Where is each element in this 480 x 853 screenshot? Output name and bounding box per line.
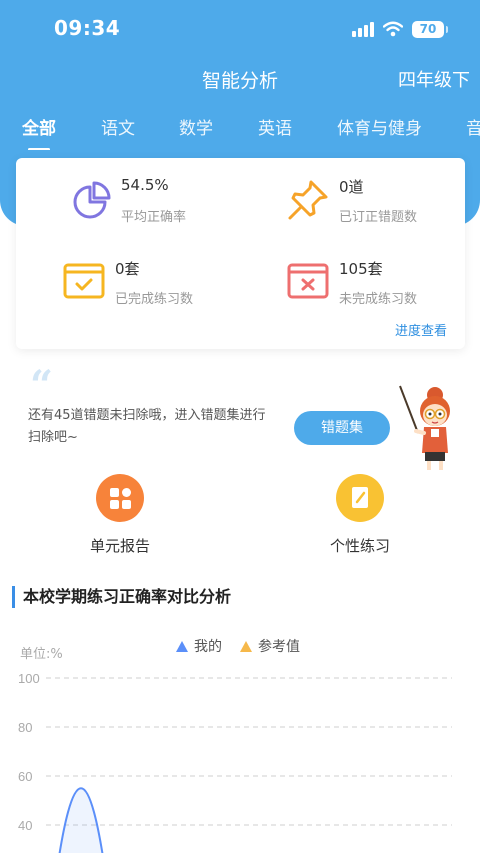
status-time: 09:34 [54, 16, 121, 40]
accuracy-chart: 100 80 60 40 [18, 671, 452, 853]
pie-chart-icon [73, 181, 111, 219]
stats-card: 54.5% 平均正确率 0道 已订正错题数 0套 已完成练习数 105套 未完成… [16, 158, 465, 349]
personal-practice-icon [336, 474, 384, 522]
y-tick-label: 100 [18, 671, 40, 686]
stat-corrected: 0道 已订正错题数 [286, 176, 480, 236]
chart-legend: 我的 参考值 [0, 636, 480, 656]
stat-value: 0道 [339, 178, 364, 196]
legend-triangle-icon [176, 641, 188, 652]
tab-chinese[interactable]: 语文 [101, 114, 135, 139]
y-tick-label: 60 [18, 769, 32, 784]
stat-value: 0套 [115, 260, 140, 278]
stat-label: 未完成练习数 [339, 292, 418, 307]
battery-icon: 70 [412, 20, 448, 38]
personal-practice-label: 个性练习 [329, 537, 390, 555]
stat-label: 已完成练习数 [115, 292, 194, 307]
legend-item-mine: 我的 [176, 636, 222, 656]
legend-item-reference: 参考值 [240, 636, 300, 656]
stat-accuracy: 54.5% 平均正确率 [70, 176, 270, 236]
pushpin-icon [288, 180, 328, 220]
legend-label: 参考值 [258, 639, 300, 655]
teacher-illustration [399, 385, 450, 470]
stat-uncompleted: 105套 未完成练习数 [286, 258, 480, 318]
series-area-mine [58, 787, 104, 853]
signal-icon [352, 21, 374, 37]
stat-label: 平均正确率 [121, 210, 187, 225]
y-tick-label: 40 [18, 818, 32, 833]
progress-link[interactable]: 进度查看 [395, 320, 447, 339]
unit-report-icon [96, 474, 144, 522]
unit-report-button[interactable]: 单元报告 [65, 474, 175, 564]
section-title: 本校学期练习正确率对比分析 [12, 586, 231, 608]
quote-icon: “ [30, 362, 54, 409]
grade-select[interactable]: 四年级下 [398, 66, 470, 92]
legend-triangle-icon [240, 641, 252, 652]
legend-label: 我的 [194, 639, 222, 655]
stat-label: 已订正错题数 [339, 210, 418, 225]
wifi-icon [383, 21, 403, 37]
unit-report-label: 单元报告 [89, 537, 150, 555]
status-bar: 09:34 70 [0, 0, 480, 58]
stat-value: 105套 [339, 260, 383, 278]
tab-music[interactable]: 音 [466, 114, 480, 139]
wrong-question-tip: 还有45道错题未扫除哦，进入错题集进行扫除吧~ [28, 408, 266, 445]
personal-practice-button[interactable]: 个性练习 [305, 474, 415, 564]
status-icons: 70 [352, 18, 448, 40]
y-tick-label: 80 [18, 720, 32, 735]
cross-box-icon [287, 263, 329, 299]
tab-english[interactable]: 英语 [258, 114, 292, 139]
subject-tabs: 全部 语文 数学 英语 体育与健身 音 [0, 114, 480, 150]
check-box-icon [63, 263, 105, 299]
tab-all[interactable]: 全部 [22, 114, 56, 150]
wrong-question-book-button[interactable]: 错题集 [294, 411, 390, 445]
stat-completed: 0套 已完成练习数 [62, 258, 262, 318]
tab-math[interactable]: 数学 [179, 114, 213, 139]
stat-value: 54.5% [121, 176, 169, 194]
tab-pe-health[interactable]: 体育与健身 [337, 114, 422, 139]
